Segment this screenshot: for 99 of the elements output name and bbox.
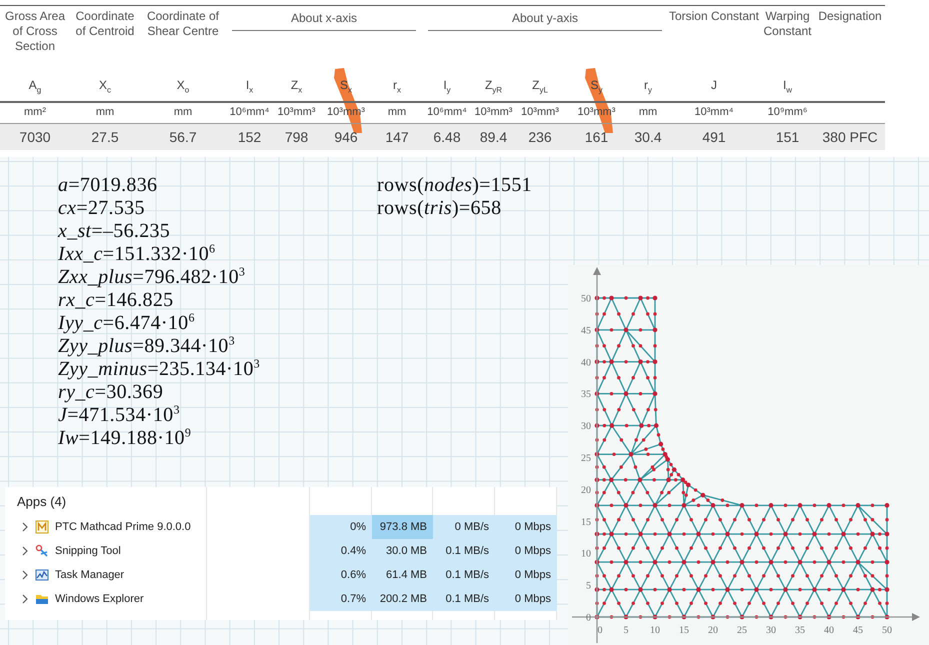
table-cell-text: 56.7	[168, 128, 198, 147]
cpu-value: 0.4%	[310, 539, 372, 563]
chevron-right-icon[interactable]	[21, 522, 29, 532]
network-value: 0 Mbps	[495, 563, 557, 587]
symbol-label: I$_{w}$	[760, 64, 815, 103]
table-cell-text: 798	[284, 128, 310, 147]
app-name[interactable]: Task Manager	[55, 569, 124, 581]
tick-label: 25	[737, 625, 747, 636]
table-cell-text: 236	[527, 128, 553, 147]
table-cell-text: 27.5	[90, 128, 120, 147]
tick-label: 5	[624, 625, 628, 636]
table-cell-text: 152	[236, 128, 262, 147]
chevron-right-icon[interactable]	[21, 594, 29, 604]
equation: rows(tris)=658	[377, 197, 502, 220]
tick-label: 40	[581, 357, 591, 368]
table-cell-text: 147	[384, 128, 410, 147]
memory-value: 30.0 MB	[372, 539, 433, 563]
equation: Iw=149.188·10$^{9}$	[58, 427, 192, 450]
memory-value: 973.8 MB	[372, 515, 433, 539]
equation: Iyy_c=6.474·10$^{6}$	[58, 312, 195, 335]
tick-label: 15	[679, 625, 689, 636]
symbol-label: I$_{y}$	[422, 64, 472, 103]
tick-label: 30	[766, 625, 776, 636]
chevron-right-icon[interactable]	[21, 570, 29, 580]
table-cell-text: 6.48	[432, 128, 462, 147]
cpu-value: 0%	[310, 515, 372, 539]
tick-label: 45	[853, 625, 863, 636]
table-cell-text: 7030	[18, 128, 52, 147]
group-heading: About x-axis	[232, 6, 416, 31]
equation: Zyy_plus=89.344·10$^{3}$	[58, 335, 235, 358]
disk-value: 0.1 MB/s	[433, 539, 495, 563]
equation: rows(nodes)=1551	[377, 174, 532, 197]
table-cell-text: 89.4	[478, 128, 508, 147]
disk-value: 0.1 MB/s	[433, 587, 495, 611]
app-name[interactable]: PTC Mathcad Prime 9.0.0.0	[55, 521, 191, 533]
symbol-label: Z$_{yR}$	[472, 64, 515, 103]
tick-label: 10	[581, 548, 591, 560]
equation: x_st=–56.235	[58, 220, 170, 243]
disk-value: 0.1 MB/s	[433, 563, 495, 587]
table-cell-text: 491	[701, 128, 727, 147]
network-value: 0 Mbps	[495, 539, 557, 563]
column-heading: Torsion Constant	[668, 8, 760, 25]
symbol-label: I$_{x}$	[226, 64, 273, 103]
column-heading: Coordinate of Shear Centre	[146, 8, 220, 40]
table-cell-text: 151	[774, 128, 800, 147]
equation: rx_c=146.825	[58, 289, 174, 312]
app-name[interactable]: Snipping Tool	[55, 545, 121, 557]
tick-label: 20	[708, 625, 718, 636]
scissors-icon	[35, 544, 49, 558]
symbol-label: J	[668, 64, 760, 103]
chart-window-icon	[35, 568, 49, 582]
network-value: 0 Mbps	[495, 515, 557, 539]
column-heading: Designation	[817, 8, 883, 25]
tick-label: 0	[598, 625, 602, 636]
symbol-label: A$_{g}$	[0, 64, 70, 103]
symbol-label: X$_{c}$	[70, 64, 140, 103]
equation: ry_c=30.369	[58, 381, 164, 404]
symbol-label: r$_{x}$	[372, 64, 422, 103]
tick-label: 25	[581, 453, 591, 464]
equation: a=7019.836	[58, 174, 158, 197]
equation: Ixx_c=151.332·10$^{6}$	[58, 243, 216, 266]
equation: J=471.534·10$^{3}$	[58, 404, 180, 427]
equation: Zxx_plus=796.482·10$^{3}$	[58, 266, 246, 289]
table-cell-text: 380 PFC	[821, 128, 879, 147]
memory-value: 61.4 MB	[372, 563, 433, 587]
tick-label: 15	[581, 516, 591, 528]
app-name[interactable]: Windows Explorer	[55, 593, 144, 605]
table-cell-text: 30.4	[633, 128, 663, 147]
symbol-label: Z$_{x}$	[273, 64, 320, 103]
equation: cx=27.535	[58, 197, 145, 220]
tick-label: 35	[581, 389, 591, 400]
column-heading: Coordinate of Centroid	[74, 8, 136, 40]
group-heading: About y-axis	[428, 6, 662, 31]
tick-label: 35	[795, 625, 805, 636]
section-heading: Apps (4)	[16, 493, 66, 509]
symbol-label: Z$_{yL}$	[515, 64, 565, 103]
column-heading: Warping Constant	[762, 8, 813, 40]
tick-label: 10	[650, 625, 660, 636]
cpu-value: 0.6%	[310, 563, 372, 587]
network-value: 0 Mbps	[495, 587, 557, 611]
tick-label: 5	[586, 580, 591, 592]
chevron-right-icon[interactable]	[21, 546, 29, 556]
tick-label: 40	[824, 625, 834, 636]
column-heading: Gross Area of Cross Section	[4, 8, 66, 55]
equation: Zyy_minus=235.134·10$^{3}$	[58, 358, 260, 381]
tick-label: 30	[581, 421, 591, 432]
document-icon	[35, 520, 49, 534]
tick-label: 50	[882, 625, 892, 636]
memory-value: 200.2 MB	[372, 587, 433, 611]
tick-label: 20	[581, 484, 591, 496]
folder-icon	[35, 592, 49, 606]
tick-label: 50	[581, 294, 591, 304]
table-cell-text: 946	[333, 128, 359, 147]
symbol-label: X$_{o}$	[140, 64, 226, 103]
tick-label: 45	[581, 325, 591, 336]
table-cell-text: 161	[584, 128, 610, 147]
disk-value: 0 MB/s	[433, 515, 495, 539]
symbol-label: r$_{y}$	[628, 64, 668, 103]
cpu-value: 0.7%	[310, 587, 372, 611]
